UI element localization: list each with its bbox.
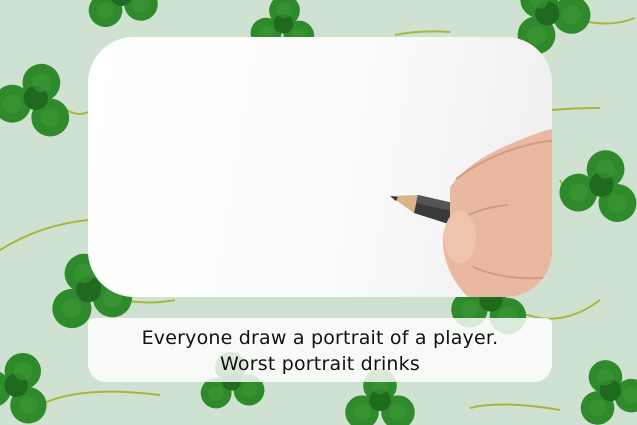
clover-icon [0,338,65,425]
drawing-card [88,37,552,297]
clover-icon [81,0,161,30]
clover-stem [469,403,561,411]
hand-drawing-illustration [390,129,552,297]
caption-box: Everyone draw a portrait of a player. Wo… [88,318,552,382]
caption-line-2: Worst portrait drinks [220,353,420,375]
clover-stem [0,219,89,251]
clover-stem [39,390,161,406]
clover-icon [566,349,637,425]
clover-stem [519,299,601,320]
clover-stem [394,30,451,36]
hand-icon [442,129,552,297]
caption-line-1: Everyone draw a portrait of a player. [141,327,499,349]
clover-stem [551,107,601,111]
clover-icon [555,140,637,227]
clover-icon [0,51,85,142]
